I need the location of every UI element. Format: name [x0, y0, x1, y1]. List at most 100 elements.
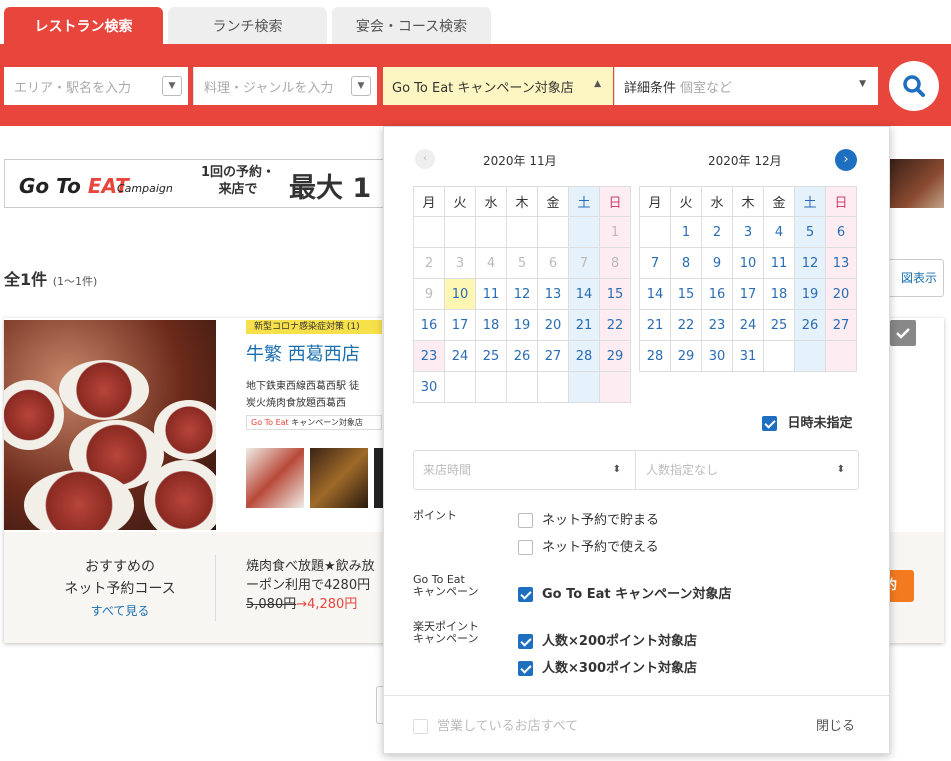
- calendar-day[interactable]: 24: [444, 340, 476, 372]
- search-button[interactable]: [889, 61, 939, 111]
- calendar-day[interactable]: 15: [599, 278, 631, 310]
- shop-genre: 炭火焼肉食放題西葛西: [246, 398, 346, 409]
- calendar-day[interactable]: 25: [763, 309, 795, 341]
- course-heading: おすすめの ネット予約コース すべて見る: [40, 556, 200, 622]
- area-input[interactable]: エリア・駅名を入力 ▼: [4, 67, 188, 105]
- calendar-day[interactable]: 26: [794, 309, 826, 341]
- calendar-day[interactable]: 22: [599, 309, 631, 341]
- calendar-day[interactable]: 14: [568, 278, 600, 310]
- calendar-day[interactable]: 27: [825, 309, 857, 341]
- people-select[interactable]: 人数指定なし ⬍: [636, 450, 859, 490]
- no-date-option[interactable]: 日時未指定: [762, 412, 853, 431]
- calendar-day[interactable]: 25: [475, 340, 507, 372]
- next-month-button[interactable]: ›: [835, 149, 857, 171]
- tab-lunch-search[interactable]: ランチ検索: [168, 7, 327, 45]
- goto-checkbox[interactable]: [518, 587, 533, 602]
- bookmark-check-icon[interactable]: [890, 320, 916, 346]
- shop-thumb-3[interactable]: [374, 448, 383, 508]
- calendar-day[interactable]: 2: [701, 216, 733, 248]
- calendar-day[interactable]: 10: [732, 247, 764, 279]
- shop-thumb-1[interactable]: [246, 448, 304, 508]
- points-option-use[interactable]: ネット予約で使える: [518, 536, 659, 555]
- calendar-day[interactable]: 20: [537, 309, 569, 341]
- calendar-day[interactable]: 30: [413, 371, 445, 403]
- rakuten-option-300[interactable]: 人数×300ポイント対象店: [518, 657, 697, 676]
- calendar-day[interactable]: 11: [763, 247, 795, 279]
- rakuten-300-checkbox[interactable]: [518, 661, 533, 676]
- tab-restaurant-search[interactable]: レストラン検索: [4, 7, 163, 45]
- calendar-day[interactable]: 27: [537, 340, 569, 372]
- calendar-day[interactable]: 23: [701, 309, 733, 341]
- calendar-day[interactable]: 23: [413, 340, 445, 372]
- weekday-thu: 木: [506, 186, 538, 217]
- course-item[interactable]: 焼肉食べ放題★飲み放 ーポン利用で4280円 5,080円→4,280円: [246, 557, 375, 614]
- calendar-day[interactable]: 26: [506, 340, 538, 372]
- goto-option[interactable]: Go To Eat キャンペーン対象店: [518, 583, 731, 602]
- weekday-mon: 月: [639, 186, 671, 217]
- detail-select[interactable]: 詳細条件 個室など ▼: [614, 67, 878, 105]
- calendar-day[interactable]: 5: [794, 216, 826, 248]
- calendar-day[interactable]: 19: [794, 278, 826, 310]
- tab-party-course-search[interactable]: 宴会・コース検索: [332, 7, 491, 45]
- calendar-day[interactable]: 28: [568, 340, 600, 372]
- calendar-day[interactable]: 15: [670, 278, 702, 310]
- campaign-select[interactable]: Go To Eat キャンペーン対象店 ▲: [383, 67, 613, 105]
- calendar-day[interactable]: 24: [732, 309, 764, 341]
- banner-big-text: 最大 1: [289, 173, 372, 204]
- calendar-day[interactable]: 6: [825, 216, 857, 248]
- calendar-day: 4: [475, 247, 507, 279]
- calendar-day[interactable]: 29: [599, 340, 631, 372]
- calendar-day[interactable]: 12: [506, 278, 538, 310]
- banner-logo-sub: Campaign: [117, 182, 173, 195]
- calendar-day[interactable]: 21: [639, 309, 671, 341]
- calendar-day[interactable]: 17: [444, 309, 476, 341]
- calendar-day[interactable]: 16: [413, 309, 445, 341]
- points-earn-checkbox[interactable]: [518, 513, 533, 528]
- calendar-day[interactable]: 13: [537, 278, 569, 310]
- points-use-checkbox[interactable]: [518, 540, 533, 555]
- calendar-day[interactable]: 13: [825, 247, 857, 279]
- chevron-down-icon[interactable]: ▼: [162, 76, 182, 96]
- rakuten-option-200[interactable]: 人数×200ポイント対象店: [518, 630, 697, 649]
- rakuten-label: 楽天ポイント キャンペーン: [413, 620, 479, 645]
- no-date-checkbox[interactable]: [762, 416, 777, 431]
- calendar-day[interactable]: 18: [763, 278, 795, 310]
- calendar-day: 3: [444, 247, 476, 279]
- calendar-day[interactable]: 16: [701, 278, 733, 310]
- goto-eat-banner[interactable]: Go To EAT Campaign 1回の予約・ 来店で 最大 1: [4, 159, 384, 208]
- shop-name[interactable]: 牛繁 西葛西店: [246, 340, 360, 366]
- calendar-day[interactable]: 11: [475, 278, 507, 310]
- sort-arrows-icon: ⬍: [836, 464, 845, 475]
- calendar-day[interactable]: 30: [701, 340, 733, 372]
- calendar-day[interactable]: 7: [639, 247, 671, 279]
- calendar-day[interactable]: 21: [568, 309, 600, 341]
- calendar-day[interactable]: 14: [639, 278, 671, 310]
- weekday-thu: 木: [732, 186, 764, 217]
- calendar-day[interactable]: 12: [794, 247, 826, 279]
- time-select[interactable]: 来店時間 ⬍: [413, 450, 635, 490]
- calendar-day[interactable]: 9: [701, 247, 733, 279]
- prev-month-button[interactable]: ‹: [415, 149, 435, 169]
- points-option-earn[interactable]: ネット予約で貯まる: [518, 509, 659, 528]
- shop-thumb-2[interactable]: [310, 448, 368, 508]
- calendar-day[interactable]: 20: [825, 278, 857, 310]
- calendar-day[interactable]: 4: [763, 216, 795, 248]
- calendar-day[interactable]: 31: [732, 340, 764, 372]
- rakuten-200-checkbox[interactable]: [518, 634, 533, 649]
- shop-photo[interactable]: [4, 320, 216, 530]
- calendar-day[interactable]: 1: [670, 216, 702, 248]
- calendar-day[interactable]: 3: [732, 216, 764, 248]
- see-all-link[interactable]: すべて見る: [40, 600, 200, 622]
- calendar-day[interactable]: 18: [475, 309, 507, 341]
- weekday-fri: 金: [763, 186, 795, 217]
- close-button[interactable]: 閉じる: [816, 715, 855, 734]
- calendar-day[interactable]: 19: [506, 309, 538, 341]
- calendar-day[interactable]: 8: [670, 247, 702, 279]
- calendar-day[interactable]: 17: [732, 278, 764, 310]
- chevron-down-icon[interactable]: ▼: [351, 76, 371, 96]
- calendar-day[interactable]: 29: [670, 340, 702, 372]
- calendar-day[interactable]: 28: [639, 340, 671, 372]
- calendar-day-today[interactable]: 10: [444, 278, 476, 310]
- genre-input[interactable]: 料理・ジャンルを入力 ▼: [193, 67, 377, 105]
- calendar-day[interactable]: 22: [670, 309, 702, 341]
